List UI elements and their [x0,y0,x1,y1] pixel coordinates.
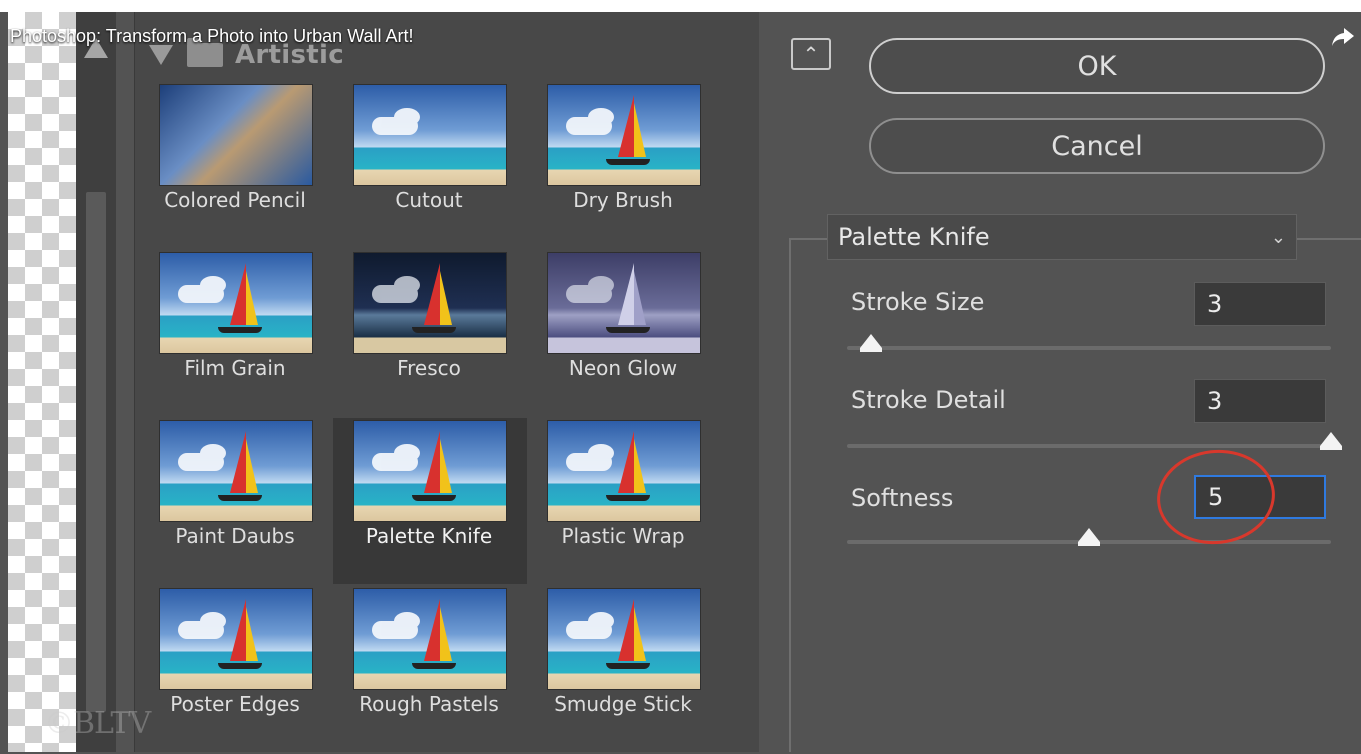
filter-thumb-smudge-stick[interactable]: Smudge Stick [547,588,741,754]
stroke-detail-input[interactable]: 3 [1194,379,1326,423]
filter-label: Fresco [397,356,461,380]
stroke-detail-slider-thumb[interactable] [1320,432,1342,450]
softness-slider-thumb[interactable] [1078,528,1100,546]
chevron-down-icon: ⌄ [1270,226,1286,248]
filter-preview-image [159,420,313,522]
filter-gallery-panel: Artistic Colored Pencil Cutout Dry Brush… [134,12,760,752]
filter-thumb-poster-edges[interactable]: Poster Edges [159,588,353,754]
softness-label: Softness [851,484,954,512]
filter-thumb-rough-pastels[interactable]: Rough Pastels [353,588,547,754]
filter-thumb-plastic-wrap[interactable]: Plastic Wrap [547,420,741,586]
scroll-thumb[interactable] [86,192,106,712]
softness-slider[interactable] [847,528,1331,546]
filter-thumb-dry-brush[interactable]: Dry Brush [547,84,741,250]
stroke-detail-label: Stroke Detail [851,386,1006,414]
filter-preview-image [353,84,507,186]
filter-select-value: Palette Knife [838,223,990,251]
filter-label: Neon Glow [568,356,678,380]
filter-thumb-film-grain[interactable]: Film Grain [159,252,353,418]
stroke-size-input[interactable]: 3 [1194,282,1326,326]
filter-preview-image [547,588,701,690]
filter-label: Plastic Wrap [561,524,685,548]
filter-preview-image [159,84,313,186]
filter-settings-panel: ⌃ OK Cancel Palette Knife ⌄ Stroke Size … [759,12,1361,752]
video-top-band [0,0,1361,12]
filter-label: Film Grain [184,356,286,380]
filter-label: Smudge Stick [554,692,692,716]
filter-select[interactable]: Palette Knife ⌄ [827,214,1297,260]
filter-preview-image [159,252,313,354]
filter-preview-image [159,588,313,690]
filter-label: Dry Brush [573,188,673,212]
filter-label: Colored Pencil [164,188,306,212]
stroke-detail-slider[interactable] [847,432,1342,450]
filter-preview-image [353,252,507,354]
filter-thumb-neon-glow[interactable]: Neon Glow [547,252,741,418]
filter-thumb-fresco[interactable]: Fresco [353,252,547,418]
stroke-size-slider[interactable] [847,334,1331,352]
filter-thumb-paint-daubs[interactable]: Paint Daubs [159,420,353,586]
filter-label: Cutout [395,188,463,212]
filter-preview-image [547,84,701,186]
filter-thumb-cutout[interactable]: Cutout [353,84,547,250]
transparency-checkerboard [8,12,76,752]
filter-label: Poster Edges [170,692,300,716]
stroke-size-slider-thumb[interactable] [860,334,883,352]
double-chevron-up-icon: ⌃ [802,42,820,66]
filter-preview-image [353,588,507,690]
filter-preview-image [353,420,507,522]
video-title[interactable]: Photoshop: Transform a Photo into Urban … [10,26,414,47]
filter-thumb-colored-pencil[interactable]: Colored Pencil [159,84,353,250]
filter-label: Palette Knife [365,524,493,548]
channel-watermark: ©BLTV [44,706,151,741]
stroke-size-label: Stroke Size [851,288,985,316]
cancel-button[interactable]: Cancel [869,118,1325,174]
preview-scrollbar[interactable] [76,12,116,752]
ok-button[interactable]: OK [869,38,1325,94]
filter-label: Paint Daubs [175,524,295,548]
filter-label: Rough Pastels [359,692,499,716]
filter-preview-image [547,252,701,354]
share-icon[interactable] [1330,24,1356,50]
filter-thumb-palette-knife-selected[interactable]: Palette Knife [333,418,527,584]
filter-preview-image [547,420,701,522]
expand-triangle-icon[interactable] [149,45,173,65]
collapse-gallery-button[interactable]: ⌃ [791,38,831,70]
